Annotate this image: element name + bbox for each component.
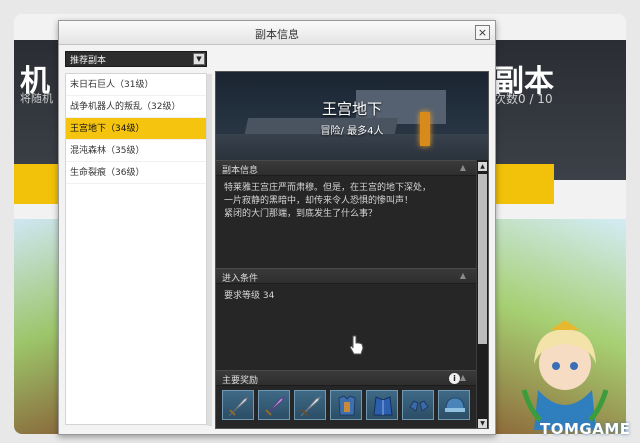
dialog-titlebar[interactable]: 副本信息 ×	[59, 21, 495, 45]
watermark-logo: TOMGAME	[540, 420, 631, 438]
gloves-icon	[409, 400, 429, 412]
description-line: 特莱雅王宫庄严而肃穆。但是，在王宫的地下深处，	[224, 183, 432, 193]
dungeon-detail-panel: 王宫地下 冒险/ 最多4人 副本信息 ▲ 特莱雅王宫庄严而肃穆。但是，在王宫的地…	[215, 71, 489, 429]
helmet-icon	[445, 397, 465, 412]
list-item-selected[interactable]: 王宫地下（34级）	[66, 118, 206, 140]
dropdown-value: 推荐副本	[70, 56, 107, 66]
list-item[interactable]: 混沌森林（35级）	[66, 140, 206, 162]
sword-icon	[300, 395, 322, 417]
bg-right-button	[494, 164, 554, 204]
level-requirement: 要求等级 34	[224, 291, 275, 301]
list-item[interactable]: 战争机器人的叛乱（32级）	[66, 96, 206, 118]
list-scrollbar[interactable]	[207, 74, 212, 426]
info-icon[interactable]: i	[449, 373, 460, 384]
info-section-title: 副本信息	[222, 166, 259, 176]
reward-slot[interactable]	[402, 390, 434, 420]
bg-right-subtitle: 次数0 / 10	[494, 92, 553, 106]
chevron-down-icon[interactable]: ▼	[193, 53, 205, 65]
hand-cursor-icon	[349, 335, 364, 355]
dungeon-list-panel: 推荐副本 ▼ 末日石巨人（31级） 战争机器人的叛乱（32级） 王宫地下（34级…	[65, 51, 212, 429]
bg-left-subtitle: 将随机	[20, 92, 53, 105]
reward-slot[interactable]	[258, 390, 290, 420]
dungeon-description: 特莱雅王宫庄严而肃穆。但是，在王宫的地下深处， 一片寂静的黑暗中，却传来令人恐惧…	[216, 176, 488, 268]
rewards-section-title: 主要奖励	[222, 376, 259, 386]
dungeon-mode: 冒险/ 最多4人	[320, 126, 384, 137]
description-line: 紧闭的大门那端，到底发生了什么事？	[224, 209, 378, 219]
condition-section-header[interactable]: 进入条件 ▲	[216, 268, 488, 284]
bg-left-artwork	[14, 219, 60, 434]
banner-wall	[216, 134, 488, 160]
caret-up-icon[interactable]: ▲	[460, 271, 466, 280]
dungeon-name: 王宫地下	[321, 100, 382, 118]
dungeon-list: 末日石巨人（31级） 战争机器人的叛乱（32级） 王宫地下（34级） 混沌森林（…	[65, 73, 212, 426]
description-line: 一片寂静的黑暗中，却传来令人恐惧的惨叫声！	[224, 196, 414, 206]
dungeon-banner: 王宫地下 冒险/ 最多4人	[216, 72, 488, 160]
reward-items	[216, 386, 488, 424]
list-item[interactable]: 生命裂痕（36级）	[66, 162, 206, 184]
dungeon-filter-dropdown[interactable]: 推荐副本 ▼	[65, 51, 207, 67]
entry-condition: 要求等级 34	[216, 284, 488, 370]
dialog-title: 副本信息	[255, 28, 299, 41]
sword-purple-icon	[264, 395, 286, 417]
reward-slot[interactable]	[330, 390, 362, 420]
scroll-up-icon[interactable]: ▲	[478, 162, 487, 171]
armor-icon	[338, 395, 356, 416]
reward-slot[interactable]	[294, 390, 326, 420]
robe-icon	[373, 396, 393, 416]
caret-up-icon[interactable]: ▲	[460, 373, 466, 382]
scroll-thumb[interactable]	[478, 174, 487, 344]
close-button[interactable]: ×	[475, 25, 490, 40]
rewards-section-header[interactable]: 主要奖励 i ▲	[216, 370, 488, 386]
reward-slot[interactable]	[366, 390, 398, 420]
sword-icon	[228, 395, 250, 417]
reward-slot[interactable]	[438, 390, 470, 420]
game-screen: 机 将随机 副本 次数0 / 10 TOMGAME 副本信息 × 推荐副本 ▼	[0, 0, 640, 443]
list-item[interactable]: 末日石巨人（31级）	[66, 74, 206, 96]
reward-slot[interactable]	[222, 390, 254, 420]
detail-scrollbar[interactable]: ▲ ▼	[476, 160, 488, 428]
mascot-character-icon	[521, 320, 609, 430]
dungeon-info-dialog: 副本信息 × 推荐副本 ▼ 末日石巨人（31级） 战争机器人的叛乱（32级） 王…	[58, 20, 496, 435]
caret-up-icon[interactable]: ▲	[460, 163, 466, 172]
scroll-down-icon[interactable]: ▼	[478, 419, 487, 428]
condition-section-title: 进入条件	[222, 274, 259, 284]
info-section-header[interactable]: 副本信息 ▲	[216, 160, 488, 176]
